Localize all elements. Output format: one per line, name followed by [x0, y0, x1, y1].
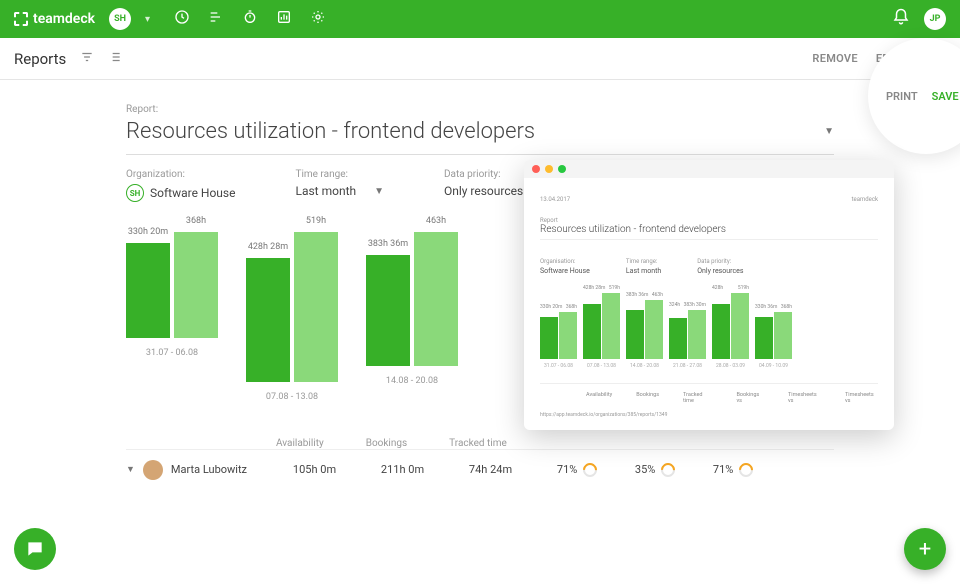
pv-brand: teamdeck: [852, 196, 878, 203]
pv-time-label: Time range:: [626, 258, 661, 265]
filter-organization[interactable]: Organization: SH Software House: [126, 169, 235, 202]
report-label: Report:: [126, 104, 834, 115]
pv-org-value: Software House: [540, 267, 590, 275]
time-label: Time range:: [295, 169, 383, 180]
pv-priority-value: Only resources: [697, 267, 743, 275]
time-value: Last month: [295, 184, 356, 198]
person-avatar: [143, 460, 163, 480]
add-fab[interactable]: +: [904, 528, 946, 570]
pv-bar-chart: 330h 20m368h31.07 - 06.08428h 28m519h07.…: [540, 293, 878, 369]
priority-label: Data priority:: [444, 169, 523, 180]
print-preview-window: 13.04.2017 teamdeck Report Resources util…: [524, 160, 894, 430]
th-bookings: Bookings: [366, 438, 407, 449]
th-availability: Availability: [276, 438, 324, 449]
filter-data-priority[interactable]: Data priority: Only resources: [444, 169, 523, 202]
pv-priority-label: Data priority:: [697, 258, 743, 265]
max-dot[interactable]: [558, 165, 566, 173]
gantt-icon[interactable]: [208, 9, 224, 29]
bell-icon[interactable]: [892, 8, 910, 30]
donut-icon: [736, 460, 756, 480]
pv-date: 13.04.2017: [540, 196, 570, 203]
chat-button[interactable]: [14, 528, 56, 570]
org-chevron-icon[interactable]: ▾: [145, 14, 150, 25]
pv-table-headers: AvailabilityBookingsTracked timeBookings…: [540, 383, 878, 404]
th-tracked: Tracked time: [449, 438, 507, 449]
brand-name: teamdeck: [33, 11, 95, 27]
priority-value: Only resources: [444, 184, 523, 198]
timer-icon[interactable]: [242, 9, 258, 29]
settings-icon[interactable]: [310, 9, 326, 29]
print-button[interactable]: PRINT: [886, 90, 918, 103]
cell-availability: 105h 0m: [293, 463, 381, 476]
chevron-down-icon: ▼: [824, 126, 834, 137]
table-row[interactable]: ▼ Marta Lubowitz 105h 0m 211h 0m 74h 24m…: [126, 449, 834, 490]
report-title: Resources utilization - frontend develop…: [126, 119, 535, 144]
topbar: teamdeck SH ▾ JP: [0, 0, 960, 38]
user-avatar[interactable]: JP: [924, 8, 946, 30]
remove-button[interactable]: REMOVE: [812, 52, 857, 65]
window-controls: [524, 160, 894, 178]
chevron-down-icon: ▼: [374, 186, 384, 197]
cell-p2: 35%: [635, 463, 655, 476]
cell-p3: 71%: [713, 463, 733, 476]
report-title-row[interactable]: Resources utilization - frontend develop…: [126, 119, 834, 155]
save-button[interactable]: SAVE: [932, 90, 959, 103]
brand-logo[interactable]: teamdeck: [14, 11, 95, 27]
cell-tracked: 74h 24m: [469, 463, 557, 476]
chart-icon[interactable]: [276, 9, 292, 29]
min-dot[interactable]: [545, 165, 553, 173]
org-avatar[interactable]: SH: [109, 8, 131, 30]
filter-icon[interactable]: [80, 49, 94, 68]
org-badge-icon: SH: [126, 184, 144, 202]
nav-icons: [174, 9, 326, 29]
logo-icon: [14, 12, 28, 26]
list-icon[interactable]: [108, 49, 122, 68]
table-headers: Availability Bookings Tracked time: [126, 438, 834, 449]
person-name: Marta Lubowitz: [171, 463, 247, 476]
filter-time-range[interactable]: Time range: Last month ▼: [295, 169, 383, 202]
org-label: Organization:: [126, 169, 235, 180]
pv-time-value: Last month: [626, 267, 661, 275]
pv-title: Resources utilization - frontend develop…: [540, 224, 878, 240]
donut-icon: [580, 460, 600, 480]
dashboard-icon[interactable]: [174, 9, 190, 29]
pv-url: https://app.teamdeck.io/organizations/38…: [540, 412, 878, 418]
close-dot[interactable]: [532, 165, 540, 173]
donut-icon: [658, 460, 678, 480]
cell-bookings: 211h 0m: [381, 463, 469, 476]
pv-org-label: Organisation:: [540, 258, 590, 265]
org-value: Software House: [150, 186, 235, 200]
expand-icon[interactable]: ▼: [126, 464, 135, 475]
subbar: Reports REMOVE EDIT REPORT: [0, 38, 960, 80]
cell-p1: 71%: [557, 463, 577, 476]
page-title: Reports: [14, 50, 66, 68]
pv-label: Report: [540, 217, 878, 224]
